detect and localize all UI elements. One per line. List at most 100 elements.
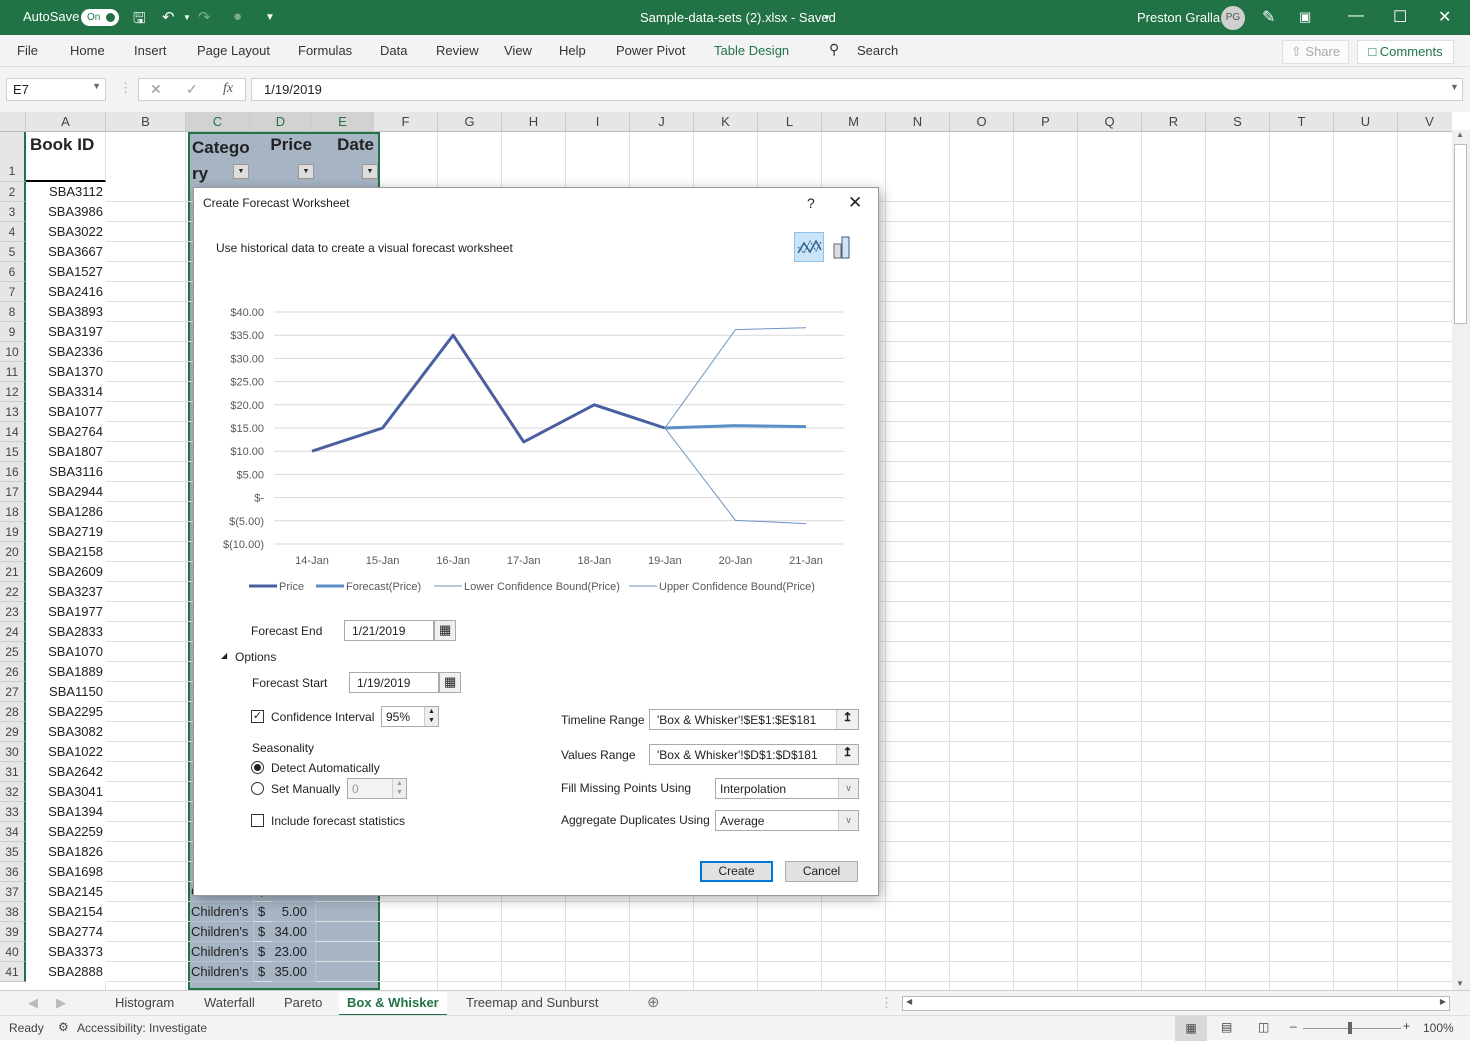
cell-book-id[interactable]: SBA3022 <box>26 222 106 242</box>
cell-book-id[interactable]: SBA3112 <box>26 182 106 202</box>
cell-book-id[interactable]: SBA3373 <box>26 942 106 962</box>
row-header[interactable]: 9 <box>0 322 26 342</box>
autosave-toggle[interactable]: On <box>81 9 119 26</box>
cell-book-id[interactable]: SBA2416 <box>26 282 106 302</box>
cell-book-id[interactable]: SBA2719 <box>26 522 106 542</box>
vertical-scrollbar[interactable]: ▲ ▼ <box>1452 130 1470 990</box>
column-header-T[interactable]: T <box>1270 112 1334 132</box>
cell-book-id[interactable]: SBA1698 <box>26 862 106 882</box>
cell-book-id[interactable]: SBA3041 <box>26 782 106 802</box>
cancel-icon[interactable]: ✕ <box>150 81 162 98</box>
tab-data[interactable]: Data <box>380 43 407 58</box>
cell-A1-header[interactable]: Book ID <box>26 132 106 182</box>
column-header-M[interactable]: M <box>822 112 886 132</box>
cell-price[interactable]: 23.00 <box>272 942 316 962</box>
scroll-left-icon[interactable]: ◀ <box>906 997 912 1006</box>
tab-power-pivot[interactable]: Power Pivot <box>616 43 685 58</box>
scroll-up-icon[interactable]: ▲ <box>1456 130 1464 139</box>
include-stats-checkbox[interactable] <box>251 814 264 827</box>
ribbon-display-icon[interactable]: ▣ <box>1299 9 1311 25</box>
cell-price[interactable]: 34.00 <box>272 922 316 942</box>
confidence-spinner[interactable]: ▲ ▼ <box>424 707 438 726</box>
normal-view-icon[interactable]: ▦ <box>1175 1016 1207 1041</box>
column-header-I[interactable]: I <box>566 112 630 132</box>
sheet-tab-treemap-sunburst[interactable]: Treemap and Sunburst <box>466 995 598 1010</box>
row-header[interactable]: 11 <box>0 362 26 382</box>
cell-book-id[interactable]: SBA3986 <box>26 202 106 222</box>
row-header[interactable]: 37 <box>0 882 26 902</box>
forecast-end-input[interactable]: 1/21/2019 <box>344 620 434 641</box>
cell-book-id[interactable]: SBA3082 <box>26 722 106 742</box>
comments-button[interactable]: □ Comments <box>1357 40 1454 64</box>
zoom-in-icon[interactable]: + <box>1403 1019 1410 1033</box>
set-manually-label[interactable]: Set Manually <box>271 782 340 796</box>
help-button[interactable]: ? <box>807 195 815 211</box>
chevron-down-icon[interactable]: ∨ <box>838 811 858 830</box>
cell-book-id[interactable]: SBA1022 <box>26 742 106 762</box>
prev-sheet-icon[interactable]: ◀ <box>28 995 38 1011</box>
maximize-icon[interactable]: ☐ <box>1393 7 1407 27</box>
document-title[interactable]: Sample-data-sets (2).xlsx - Saved <box>640 10 836 25</box>
cell-book-id[interactable]: SBA1077 <box>26 402 106 422</box>
cell-book-id[interactable]: SBA1070 <box>26 642 106 662</box>
column-header-H[interactable]: H <box>502 112 566 132</box>
customize-qat-icon[interactable]: ▼ <box>265 12 275 23</box>
cell-book-id[interactable]: SBA1150 <box>26 682 106 702</box>
set-manually-radio[interactable] <box>251 782 264 795</box>
column-header-O[interactable]: O <box>950 112 1014 132</box>
column-header-D[interactable]: D <box>250 112 312 132</box>
row-header[interactable]: 31 <box>0 762 26 782</box>
tab-help[interactable]: Help <box>559 43 586 58</box>
accessibility-status[interactable]: Accessibility: Investigate <box>77 1021 207 1035</box>
row-header[interactable]: 28 <box>0 702 26 722</box>
fill-missing-select[interactable]: Interpolation ∨ <box>715 778 859 799</box>
detect-automatically-radio[interactable] <box>251 761 264 774</box>
column-header-F[interactable]: F <box>374 112 438 132</box>
tab-home[interactable]: Home <box>70 43 105 58</box>
page-layout-view-icon[interactable]: ▤ <box>1221 1020 1232 1034</box>
enter-icon[interactable]: ✓ <box>186 81 198 98</box>
cell-book-id[interactable]: SBA3893 <box>26 302 106 322</box>
row-header[interactable]: 30 <box>0 742 26 762</box>
row-header[interactable]: 36 <box>0 862 26 882</box>
line-chart-type-button[interactable] <box>794 232 824 262</box>
scroll-down-icon[interactable]: ▼ <box>1456 979 1464 988</box>
cell-book-id[interactable]: SBA1977 <box>26 602 106 622</box>
cell-book-id[interactable]: SBA2642 <box>26 762 106 782</box>
zoom-slider-thumb[interactable] <box>1348 1022 1352 1034</box>
include-stats-label[interactable]: Include forecast statistics <box>271 814 405 828</box>
cell-category[interactable]: Children's <box>190 902 254 922</box>
detect-automatically-label[interactable]: Detect Automatically <box>271 761 380 775</box>
column-header-P[interactable]: P <box>1014 112 1078 132</box>
cell-book-id[interactable]: SBA2154 <box>26 902 106 922</box>
sheet-tab-pareto[interactable]: Pareto <box>284 995 322 1010</box>
expand-formula-icon[interactable]: ▼ <box>1450 82 1459 92</box>
row-header[interactable]: 39 <box>0 922 26 942</box>
column-header-J[interactable]: J <box>630 112 694 132</box>
cell-book-id[interactable]: SBA1370 <box>26 362 106 382</box>
column-header-N[interactable]: N <box>886 112 950 132</box>
cell-book-id[interactable]: SBA1527 <box>26 262 106 282</box>
confidence-interval-label[interactable]: Confidence Interval <box>271 710 374 724</box>
cell-book-id[interactable]: SBA2158 <box>26 542 106 562</box>
zoom-out-icon[interactable]: – <box>1290 1019 1297 1033</box>
cell-book-id[interactable]: SBA1286 <box>26 502 106 522</box>
sheet-tab-histogram[interactable]: Histogram <box>115 995 174 1010</box>
row-header[interactable]: 29 <box>0 722 26 742</box>
cell-book-id[interactable]: SBA2944 <box>26 482 106 502</box>
row-header[interactable]: 17 <box>0 482 26 502</box>
cell-book-id[interactable]: SBA2774 <box>26 922 106 942</box>
tab-split-handle[interactable]: ⋮ <box>880 995 893 1011</box>
cell-book-id[interactable]: SBA3667 <box>26 242 106 262</box>
column-header-C[interactable]: C <box>186 112 250 132</box>
row-header[interactable]: 33 <box>0 802 26 822</box>
row-header-1[interactable]: 1 <box>0 132 26 182</box>
row-header[interactable]: 23 <box>0 602 26 622</box>
row-header[interactable]: 40 <box>0 942 26 962</box>
row-header[interactable]: 41 <box>0 962 26 982</box>
row-header[interactable]: 34 <box>0 822 26 842</box>
chevron-down-icon[interactable]: ▼ <box>92 81 101 91</box>
filter-dropdown-price[interactable]: ▼ <box>298 164 314 179</box>
cell-book-id[interactable]: SBA1807 <box>26 442 106 462</box>
collapse-dialog-icon[interactable]: ↥ <box>836 745 858 764</box>
